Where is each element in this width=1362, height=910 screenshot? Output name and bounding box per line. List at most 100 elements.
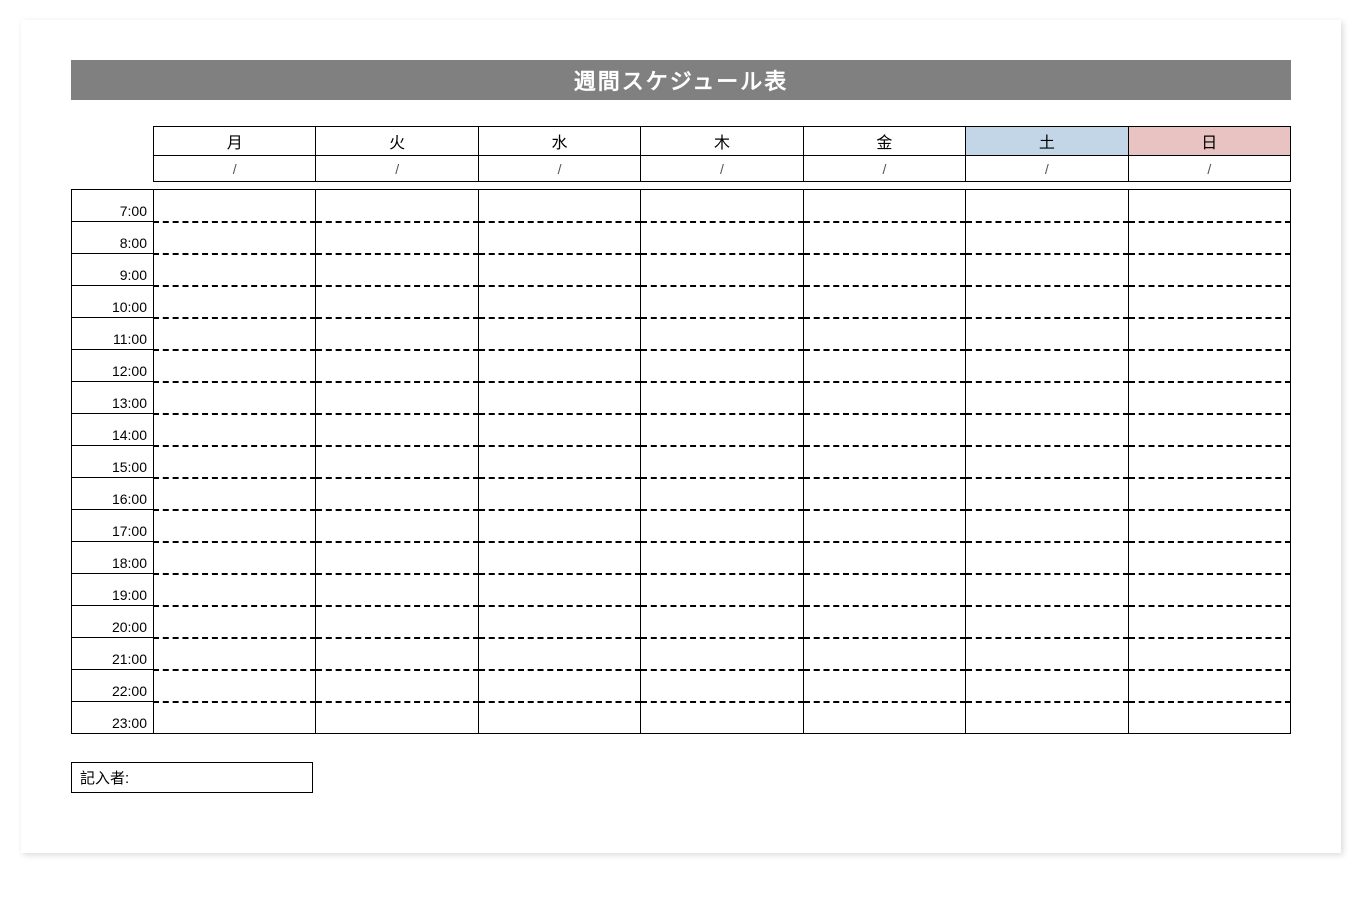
date-cell-fri[interactable]: / — [803, 156, 965, 182]
slot-cell[interactable] — [154, 574, 316, 606]
slot-cell[interactable] — [316, 638, 478, 670]
slot-cell[interactable] — [1128, 446, 1290, 478]
slot-cell[interactable] — [154, 286, 316, 318]
slot-cell[interactable] — [966, 414, 1128, 446]
slot-cell[interactable] — [478, 414, 640, 446]
slot-cell[interactable] — [1128, 318, 1290, 350]
slot-cell[interactable] — [316, 222, 478, 254]
slot-cell[interactable] — [803, 414, 965, 446]
slot-cell[interactable] — [966, 318, 1128, 350]
slot-cell[interactable] — [478, 222, 640, 254]
slot-cell[interactable] — [803, 638, 965, 670]
slot-cell[interactable] — [316, 318, 478, 350]
slot-cell[interactable] — [803, 350, 965, 382]
slot-cell[interactable] — [641, 638, 803, 670]
slot-cell[interactable] — [154, 222, 316, 254]
slot-cell[interactable] — [478, 382, 640, 414]
slot-cell[interactable] — [316, 670, 478, 702]
slot-cell[interactable] — [316, 510, 478, 542]
slot-cell[interactable] — [154, 190, 316, 222]
date-cell-sat[interactable]: / — [966, 156, 1128, 182]
slot-cell[interactable] — [316, 414, 478, 446]
slot-cell[interactable] — [316, 702, 478, 734]
slot-cell[interactable] — [478, 606, 640, 638]
slot-cell[interactable] — [803, 670, 965, 702]
slot-cell[interactable] — [641, 222, 803, 254]
slot-cell[interactable] — [803, 542, 965, 574]
slot-cell[interactable] — [1128, 286, 1290, 318]
slot-cell[interactable] — [803, 478, 965, 510]
slot-cell[interactable] — [641, 254, 803, 286]
slot-cell[interactable] — [316, 542, 478, 574]
slot-cell[interactable] — [478, 638, 640, 670]
slot-cell[interactable] — [316, 446, 478, 478]
slot-cell[interactable] — [154, 702, 316, 734]
slot-cell[interactable] — [803, 254, 965, 286]
slot-cell[interactable] — [966, 446, 1128, 478]
slot-cell[interactable] — [641, 382, 803, 414]
slot-cell[interactable] — [1128, 350, 1290, 382]
slot-cell[interactable] — [154, 510, 316, 542]
slot-cell[interactable] — [803, 222, 965, 254]
slot-cell[interactable] — [154, 254, 316, 286]
slot-cell[interactable] — [1128, 702, 1290, 734]
slot-cell[interactable] — [1128, 670, 1290, 702]
slot-cell[interactable] — [641, 286, 803, 318]
slot-cell[interactable] — [154, 606, 316, 638]
slot-cell[interactable] — [1128, 222, 1290, 254]
slot-cell[interactable] — [316, 254, 478, 286]
slot-cell[interactable] — [641, 190, 803, 222]
slot-cell[interactable] — [803, 318, 965, 350]
slot-cell[interactable] — [641, 446, 803, 478]
slot-cell[interactable] — [641, 350, 803, 382]
slot-cell[interactable] — [478, 446, 640, 478]
slot-cell[interactable] — [478, 478, 640, 510]
slot-cell[interactable] — [966, 638, 1128, 670]
slot-cell[interactable] — [316, 190, 478, 222]
slot-cell[interactable] — [966, 478, 1128, 510]
slot-cell[interactable] — [641, 606, 803, 638]
slot-cell[interactable] — [478, 286, 640, 318]
slot-cell[interactable] — [316, 286, 478, 318]
slot-cell[interactable] — [966, 606, 1128, 638]
slot-cell[interactable] — [478, 254, 640, 286]
slot-cell[interactable] — [316, 350, 478, 382]
slot-cell[interactable] — [966, 382, 1128, 414]
date-cell-tue[interactable]: / — [316, 156, 478, 182]
slot-cell[interactable] — [154, 350, 316, 382]
slot-cell[interactable] — [641, 318, 803, 350]
writer-field[interactable]: 記入者: — [71, 762, 313, 793]
slot-cell[interactable] — [1128, 382, 1290, 414]
slot-cell[interactable] — [803, 286, 965, 318]
slot-cell[interactable] — [154, 670, 316, 702]
slot-cell[interactable] — [316, 382, 478, 414]
slot-cell[interactable] — [154, 382, 316, 414]
slot-cell[interactable] — [478, 670, 640, 702]
slot-cell[interactable] — [966, 190, 1128, 222]
slot-cell[interactable] — [154, 638, 316, 670]
slot-cell[interactable] — [641, 510, 803, 542]
slot-cell[interactable] — [641, 478, 803, 510]
slot-cell[interactable] — [478, 510, 640, 542]
slot-cell[interactable] — [1128, 606, 1290, 638]
slot-cell[interactable] — [1128, 574, 1290, 606]
date-cell-mon[interactable]: / — [154, 156, 316, 182]
slot-cell[interactable] — [641, 670, 803, 702]
slot-cell[interactable] — [316, 606, 478, 638]
date-cell-thu[interactable]: / — [641, 156, 803, 182]
slot-cell[interactable] — [803, 574, 965, 606]
slot-cell[interactable] — [641, 414, 803, 446]
slot-cell[interactable] — [1128, 542, 1290, 574]
slot-cell[interactable] — [803, 446, 965, 478]
slot-cell[interactable] — [316, 478, 478, 510]
slot-cell[interactable] — [154, 318, 316, 350]
slot-cell[interactable] — [478, 190, 640, 222]
slot-cell[interactable] — [803, 190, 965, 222]
slot-cell[interactable] — [966, 286, 1128, 318]
slot-cell[interactable] — [966, 542, 1128, 574]
slot-cell[interactable] — [803, 382, 965, 414]
slot-cell[interactable] — [966, 702, 1128, 734]
slot-cell[interactable] — [966, 350, 1128, 382]
slot-cell[interactable] — [1128, 638, 1290, 670]
slot-cell[interactable] — [966, 510, 1128, 542]
